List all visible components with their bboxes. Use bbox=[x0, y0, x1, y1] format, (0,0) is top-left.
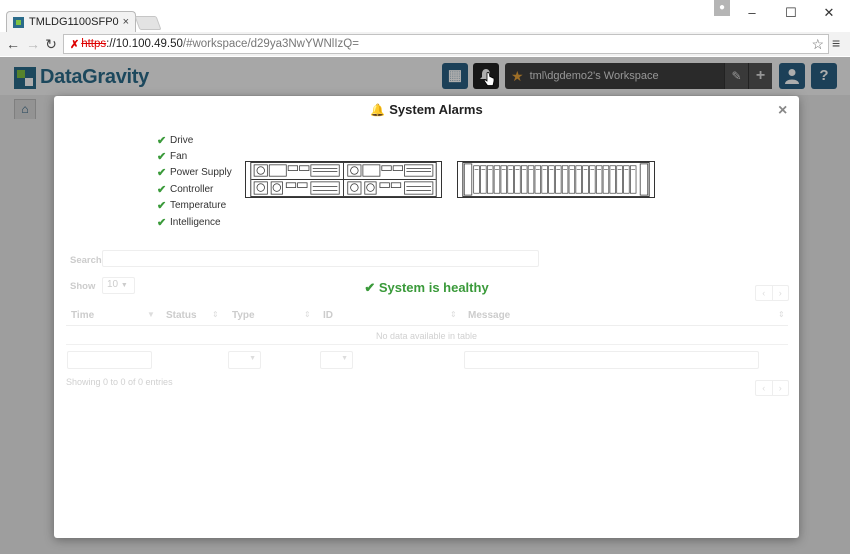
profile-icon[interactable]: ● bbox=[714, 0, 730, 16]
type-filter-select[interactable]: ▼ bbox=[228, 351, 261, 369]
list-item: ✔ Controller bbox=[157, 181, 232, 197]
table-row-divider bbox=[66, 344, 788, 345]
chassis-rear-diagram bbox=[245, 161, 442, 198]
check-icon: ✔ bbox=[157, 151, 167, 164]
prev-page-button[interactable]: ‹ bbox=[756, 286, 773, 300]
sort-icon: ⇕ bbox=[450, 310, 457, 319]
next-page-button[interactable]: › bbox=[773, 381, 789, 395]
bell-icon: 🔔 bbox=[370, 103, 386, 117]
health-status-text: System is healthy bbox=[378, 280, 489, 295]
column-header-message[interactable]: Message bbox=[468, 310, 510, 321]
list-item: ✔ Intelligence bbox=[157, 214, 232, 230]
tab-title: TMLDG1100SFP02 - bbox=[29, 16, 119, 28]
list-item: ✔ Drive bbox=[157, 132, 232, 148]
page-size-value: 10 bbox=[107, 279, 119, 290]
maximize-button[interactable]: ☐ bbox=[779, 4, 803, 22]
address-bar[interactable]: ✗ https://10.100.49.50/#workspace/d29ya3… bbox=[63, 34, 829, 54]
reload-button[interactable]: ↻ bbox=[42, 35, 60, 53]
sort-icon: ⇕ bbox=[778, 310, 785, 319]
chevron-down-icon: ▼ bbox=[249, 355, 256, 362]
insecure-lock-icon: ✗ bbox=[70, 38, 80, 51]
list-item: ✔ Power Supply bbox=[157, 165, 232, 181]
browser-tab[interactable]: TMLDG1100SFP02 - × bbox=[6, 11, 136, 32]
column-header-type[interactable]: Type bbox=[232, 310, 255, 321]
search-input[interactable] bbox=[102, 250, 539, 267]
component-label: Intelligence bbox=[170, 216, 221, 228]
table-info: Showing 0 to 0 of 0 entries bbox=[66, 377, 173, 387]
check-icon: ✔ bbox=[364, 280, 376, 295]
dialog-close-button[interactable]: × bbox=[778, 102, 787, 120]
component-label: Power Supply bbox=[170, 167, 232, 179]
check-icon: ✔ bbox=[157, 134, 167, 147]
chevron-down-icon: ▼ bbox=[120, 282, 128, 289]
time-filter-input[interactable] bbox=[67, 351, 152, 369]
check-icon: ✔ bbox=[157, 183, 167, 196]
sort-icon: ▼ bbox=[147, 310, 155, 319]
list-item: ✔ Fan bbox=[157, 148, 232, 164]
component-status-list: ✔ Drive ✔ Fan ✔ Power Supply ✔ Controller ✔ T… bbox=[157, 132, 232, 230]
url-scheme: https bbox=[81, 38, 107, 50]
table-header-divider bbox=[66, 325, 788, 326]
component-label: Controller bbox=[170, 183, 214, 195]
new-tab-button[interactable] bbox=[134, 16, 162, 30]
sort-icon: ⇕ bbox=[212, 310, 219, 319]
favicon-icon bbox=[13, 16, 24, 28]
system-alarms-dialog: 🔔 System Alarms × ✔ Drive ✔ Fan ✔ Power Supp… bbox=[54, 96, 799, 538]
component-label: Drive bbox=[170, 134, 194, 146]
component-label: Fan bbox=[170, 151, 188, 163]
tab-close-button[interactable]: × bbox=[123, 16, 129, 28]
check-icon: ✔ bbox=[157, 167, 167, 180]
sort-icon: ⇕ bbox=[304, 310, 311, 319]
component-label: Temperature bbox=[170, 200, 227, 212]
page-size-select[interactable]: 10 ▼ bbox=[102, 277, 135, 294]
tab-strip: TMLDG1100SFP02 - × ● – ☐ ✕ bbox=[0, 0, 850, 32]
forward-button[interactable]: → bbox=[24, 35, 42, 53]
column-header-id[interactable]: ID bbox=[323, 310, 333, 321]
pagination-bottom[interactable]: ‹ › bbox=[755, 380, 789, 396]
chevron-down-icon: ▼ bbox=[341, 355, 348, 362]
dialog-title-text: System Alarms bbox=[389, 102, 483, 117]
check-icon: ✔ bbox=[157, 216, 167, 229]
pagination-top[interactable]: ‹ › bbox=[755, 285, 789, 301]
mouse-pointer-icon bbox=[483, 72, 495, 86]
empty-table-message: No data available in table bbox=[375, 331, 478, 341]
window-close-button[interactable]: ✕ bbox=[817, 4, 841, 22]
browser-chrome: TMLDG1100SFP02 - × ● – ☐ ✕ ← → ↻ ✗ https… bbox=[0, 0, 850, 56]
url-host: ://10.100.49.50 bbox=[106, 38, 183, 50]
back-button[interactable]: ← bbox=[4, 35, 22, 53]
show-label: Show bbox=[70, 281, 96, 292]
column-header-time[interactable]: Time bbox=[71, 310, 94, 321]
minimize-button[interactable]: – bbox=[740, 4, 764, 22]
id-filter-select[interactable]: ▼ bbox=[320, 351, 353, 369]
dialog-title: 🔔 System Alarms bbox=[54, 102, 799, 117]
system-health-status: ✔ System is healthy bbox=[54, 280, 799, 296]
search-label: Search bbox=[70, 255, 102, 266]
browser-toolbar: ← → ↻ ✗ https://10.100.49.50/#workspace/… bbox=[0, 32, 850, 56]
list-item: ✔ Temperature bbox=[157, 198, 232, 214]
message-filter-input[interactable] bbox=[464, 351, 759, 369]
check-icon: ✔ bbox=[157, 200, 167, 213]
chassis-front-diagram bbox=[457, 161, 655, 198]
prev-page-button[interactable]: ‹ bbox=[756, 381, 773, 395]
url-path: /#workspace/d29ya3NwYWNlIzQ= bbox=[182, 38, 359, 50]
bookmark-star-icon[interactable]: ☆ bbox=[811, 36, 824, 53]
browser-menu-icon[interactable]: ≡ bbox=[832, 35, 840, 51]
column-header-status[interactable]: Status bbox=[166, 310, 197, 321]
next-page-button[interactable]: › bbox=[773, 286, 789, 300]
